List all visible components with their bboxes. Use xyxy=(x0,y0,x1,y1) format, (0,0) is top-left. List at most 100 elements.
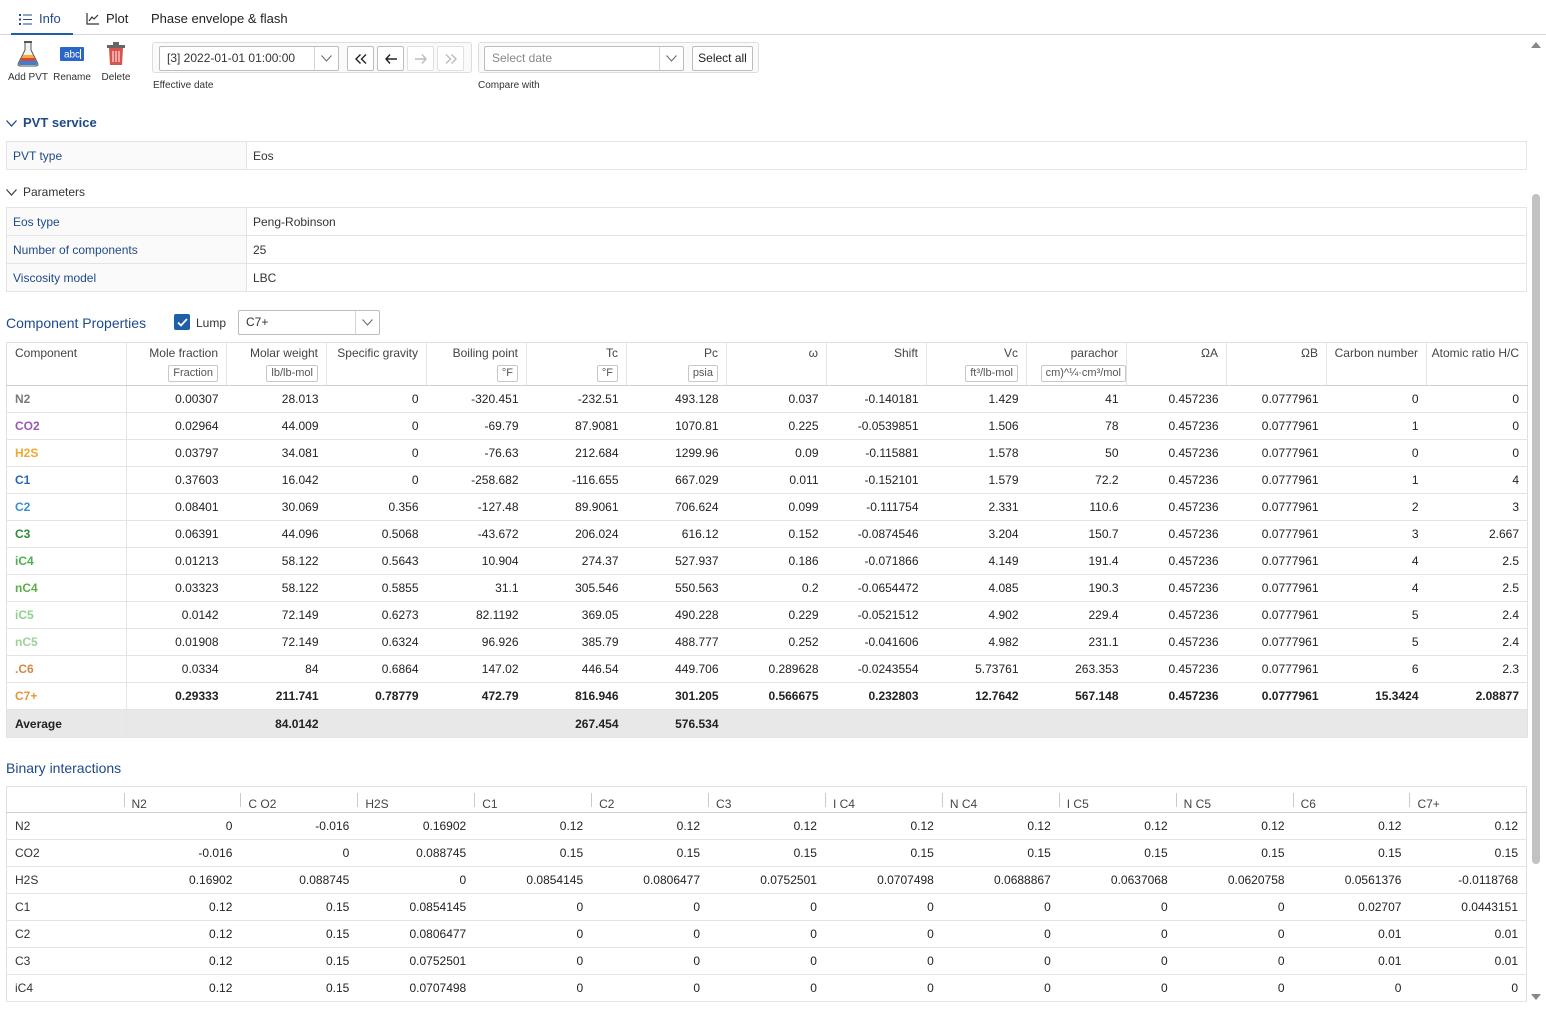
rename-button[interactable]: abc Rename xyxy=(50,40,94,83)
column-header[interactable]: Shift xyxy=(826,342,927,386)
table-cell[interactable]: 0 xyxy=(708,947,825,975)
table-cell[interactable]: 0.12 xyxy=(708,812,825,840)
column-header[interactable]: Specific gravity xyxy=(326,342,427,386)
table-cell[interactable]: 0.15 xyxy=(708,839,825,867)
effective-date-select[interactable]: [3] 2022-01-01 01:00:00 xyxy=(159,46,339,71)
compare-date-select[interactable]: Select date xyxy=(484,46,684,71)
table-cell[interactable]: -0.0118768 xyxy=(1409,866,1527,894)
unit-badge[interactable]: psia xyxy=(687,365,718,382)
table-cell[interactable]: 0.12 xyxy=(824,812,942,840)
table-cell[interactable]: 0.15 xyxy=(240,947,358,975)
table-cell[interactable]: 0 xyxy=(708,893,825,921)
table-cell[interactable]: 0.0443151 xyxy=(1409,893,1527,921)
column-header[interactable]: C3 xyxy=(708,786,825,813)
table-cell[interactable]: 0 xyxy=(1058,947,1176,975)
column-header[interactable]: C2 xyxy=(591,786,709,813)
column-separator[interactable] xyxy=(1175,793,1177,807)
table-cell[interactable]: 0.0806477 xyxy=(591,866,709,894)
column-header[interactable]: C O2 xyxy=(240,786,358,813)
column-separator[interactable] xyxy=(941,793,943,807)
delete-button[interactable]: Delete xyxy=(94,40,138,83)
unit-badge[interactable]: lb/lb-mol xyxy=(266,365,318,382)
scrollbar-thumb[interactable] xyxy=(1532,194,1540,864)
table-cell[interactable]: 0 xyxy=(240,839,358,867)
table-cell[interactable]: 0 xyxy=(1292,974,1410,1002)
table-cell[interactable]: 0 xyxy=(474,893,592,921)
column-header[interactable]: N C5 xyxy=(1175,786,1293,813)
table-cell[interactable]: 0 xyxy=(941,974,1059,1002)
table-cell[interactable]: 0.15 xyxy=(240,920,358,948)
table-cell[interactable]: 0 xyxy=(123,812,241,840)
table-cell[interactable]: 0 xyxy=(1175,947,1293,975)
column-header[interactable]: ΩB xyxy=(1226,342,1327,386)
table-cell[interactable]: 0 xyxy=(708,974,825,1002)
column-header[interactable]: Tc °F xyxy=(526,342,627,386)
table-cell[interactable]: 0.01 xyxy=(1292,947,1410,975)
table-cell[interactable]: 0.0854145 xyxy=(357,893,475,921)
table-cell[interactable]: 0.12 xyxy=(123,947,241,975)
table-cell[interactable]: 0.0752501 xyxy=(708,866,825,894)
column-separator[interactable] xyxy=(240,793,242,807)
table-cell[interactable]: 0.0561376 xyxy=(1292,866,1410,894)
table-cell[interactable]: 0.0688867 xyxy=(941,866,1059,894)
column-separator[interactable] xyxy=(474,793,476,807)
column-header[interactable]: ΩA xyxy=(1126,342,1227,386)
unit-badge[interactable]: cm)^¼·cm³/mol xyxy=(1040,365,1126,382)
table-cell[interactable]: 0.0707498 xyxy=(824,866,942,894)
parameters-header[interactable]: Parameters xyxy=(6,185,85,199)
table-cell[interactable]: -0.016 xyxy=(240,812,358,840)
table-cell[interactable]: 0 xyxy=(1058,974,1176,1002)
unit-badge[interactable]: °F xyxy=(596,365,618,382)
table-cell[interactable]: 0.02707 xyxy=(1292,893,1410,921)
next-date-button[interactable] xyxy=(407,46,434,71)
table-cell[interactable]: 0 xyxy=(941,893,1059,921)
column-header[interactable]: N C4 xyxy=(941,786,1059,813)
table-cell[interactable]: 0.15 xyxy=(824,839,942,867)
column-header[interactable]: Mole fraction Fraction xyxy=(126,342,227,386)
table-cell[interactable]: 0 xyxy=(1058,893,1176,921)
column-separator[interactable] xyxy=(1292,793,1294,807)
table-cell[interactable]: 0.12 xyxy=(1409,812,1527,840)
unit-badge[interactable]: °F xyxy=(496,365,518,382)
previous-date-button[interactable] xyxy=(377,46,404,71)
column-separator[interactable] xyxy=(1409,793,1411,807)
table-cell[interactable]: 0.12 xyxy=(474,812,592,840)
column-header[interactable]: C6 xyxy=(1292,786,1410,813)
table-cell[interactable]: 0 xyxy=(824,893,942,921)
table-cell[interactable]: 0 xyxy=(1175,974,1293,1002)
column-header[interactable]: N2 xyxy=(123,786,241,813)
table-cell[interactable]: 0.088745 xyxy=(240,866,358,894)
column-header[interactable]: Boiling point °F xyxy=(426,342,527,386)
table-cell[interactable]: 0.12 xyxy=(123,920,241,948)
table-cell[interactable]: 0.01 xyxy=(1292,920,1410,948)
column-separator[interactable] xyxy=(708,793,710,807)
table-cell[interactable]: 0.16902 xyxy=(123,866,241,894)
column-header[interactable]: Pc psia xyxy=(626,342,727,386)
table-cell[interactable]: 0.15 xyxy=(1292,839,1410,867)
table-cell[interactable]: 0.01 xyxy=(1409,947,1527,975)
table-cell[interactable]: 0.12 xyxy=(1292,812,1410,840)
column-separator[interactable] xyxy=(357,793,359,807)
table-cell[interactable]: 0 xyxy=(591,947,709,975)
pvt-service-header[interactable]: PVT service xyxy=(6,115,97,130)
table-cell[interactable]: 0.15 xyxy=(1058,839,1176,867)
table-cell[interactable]: 0.0637068 xyxy=(1058,866,1176,894)
table-cell[interactable]: 0.15 xyxy=(474,839,592,867)
table-cell[interactable]: 0 xyxy=(591,974,709,1002)
table-cell[interactable]: 0.12 xyxy=(941,812,1059,840)
last-date-button[interactable] xyxy=(437,46,464,71)
table-cell[interactable]: 0.0707498 xyxy=(357,974,475,1002)
column-header[interactable]: C7+ xyxy=(1409,786,1527,813)
column-header[interactable]: Vc ft³/lb-mol xyxy=(926,342,1027,386)
table-cell[interactable]: 0 xyxy=(474,947,592,975)
lump-checkbox[interactable] xyxy=(174,314,190,330)
table-cell[interactable]: 0.15 xyxy=(941,839,1059,867)
table-cell[interactable]: 0 xyxy=(591,893,709,921)
vertical-scrollbar[interactable] xyxy=(1530,36,1542,1006)
column-header[interactable]: parachor cm)^¼·cm³/mol xyxy=(1026,342,1127,386)
table-cell[interactable]: 0.15 xyxy=(591,839,709,867)
table-cell[interactable]: 0.15 xyxy=(240,893,358,921)
table-cell[interactable]: 0 xyxy=(824,974,942,1002)
table-cell[interactable]: -0.016 xyxy=(123,839,241,867)
table-cell[interactable]: 0.12 xyxy=(123,893,241,921)
